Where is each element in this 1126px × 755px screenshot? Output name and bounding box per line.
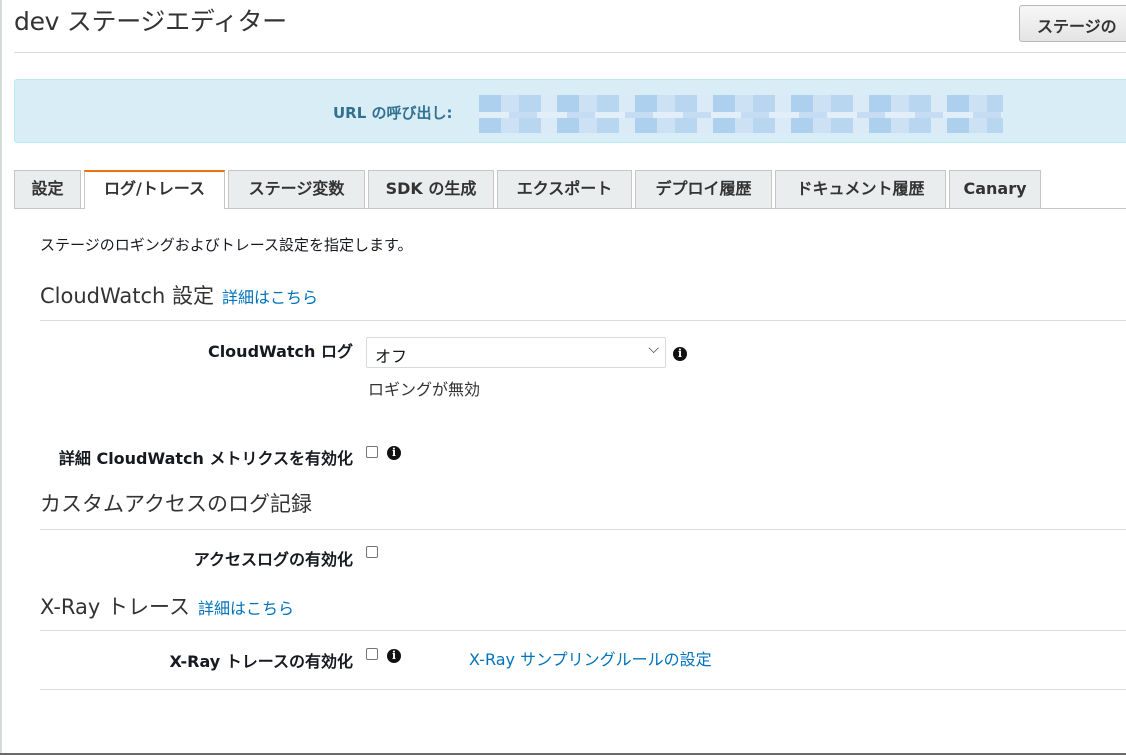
stage-tabs: 設定 ログ/トレース ステージ変数 SDK の生成 エクスポート デプロイ履歴 … [14,170,1126,209]
chevron-down-icon: ⌵ [648,341,659,357]
cloudwatch-log-value: オフ [375,347,408,366]
invoke-url-banner: URL の呼び出し: [14,79,1126,143]
xray-sampling-rules-link[interactable]: X-Ray サンプリングルールの設定 [469,646,712,670]
xray-section-title: X-Ray トレース 詳細はこちら [40,591,294,621]
tab-documentation-history[interactable]: ドキュメント履歴 [775,170,946,208]
xray-tracing-checkbox[interactable] [366,648,378,660]
xray-tracing-label: X-Ray トレースの有効化 [169,652,354,671]
section-divider [40,320,1126,321]
access-log-checkbox[interactable] [366,546,378,558]
section-divider [40,529,1126,530]
detailed-metrics-label: 詳細 CloudWatch メトリクスを有効化 [58,449,353,468]
left-border [0,0,2,755]
cloudwatch-learn-more-link[interactable]: 詳細はこちら [222,288,318,307]
access-log-label: アクセスログの有効化 [193,550,353,569]
cloudwatch-log-label: CloudWatch ログ [207,342,353,361]
xray-learn-more-link[interactable]: 詳細はこちら [198,599,294,618]
tab-settings[interactable]: 設定 [14,170,81,208]
section-divider [40,689,1126,690]
tab-canary[interactable]: Canary [949,170,1041,208]
cloudwatch-log-select[interactable]: オフ ⌵ [366,337,666,368]
stage-action-button[interactable]: ステージの [1019,5,1126,42]
tab-stage-variables[interactable]: ステージ変数 [228,170,365,208]
tab-export[interactable]: エクスポート [497,170,632,208]
detailed-metrics-checkbox[interactable] [366,446,378,458]
xray-title-text: X-Ray トレース [40,595,190,619]
info-icon[interactable]: i [387,446,401,460]
tab-deployment-history[interactable]: デプロイ履歴 [635,170,772,208]
cloudwatch-log-helper: ロギングが無効 [368,380,481,399]
header-divider [14,52,1126,53]
access-log-section-title: カスタムアクセスのログ記録 [40,492,312,516]
invoke-url-label: URL の呼び出し: [333,104,453,122]
cloudwatch-section-title: CloudWatch 設定 詳細はこちら [40,280,318,310]
invoke-url-redacted [479,95,1003,133]
panel-description: ステージのロギングおよびトレース設定を指定します。 [40,236,413,254]
section-divider [40,630,1126,631]
tab-logs-tracing[interactable]: ログ/トレース [84,170,225,209]
page-title: dev ステージエディター [14,7,287,36]
tab-sdk-generation[interactable]: SDK の生成 [368,170,494,208]
info-icon[interactable]: i [387,649,401,663]
info-icon[interactable]: i [673,347,687,361]
cloudwatch-title-text: CloudWatch 設定 [40,284,215,308]
